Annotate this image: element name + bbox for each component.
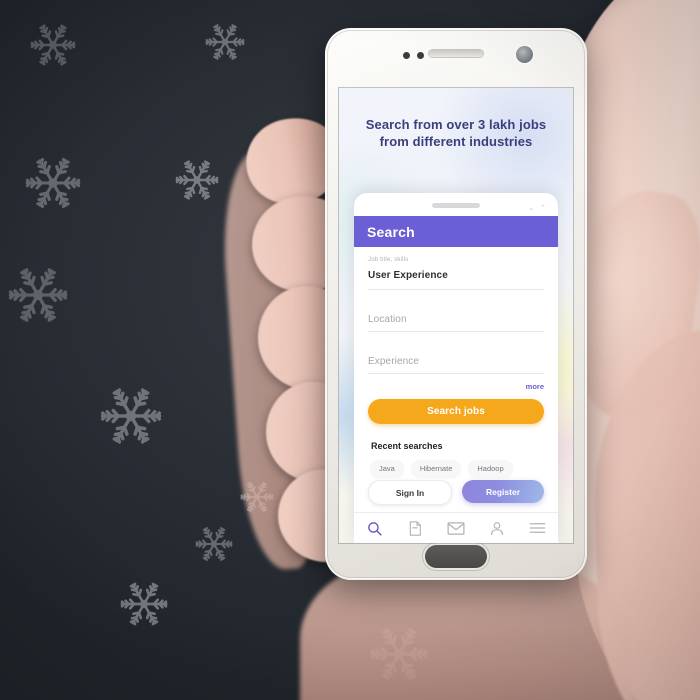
vignette-overlay bbox=[0, 0, 700, 700]
scene: Search from over 3 lakh jobs from differ… bbox=[0, 0, 700, 700]
